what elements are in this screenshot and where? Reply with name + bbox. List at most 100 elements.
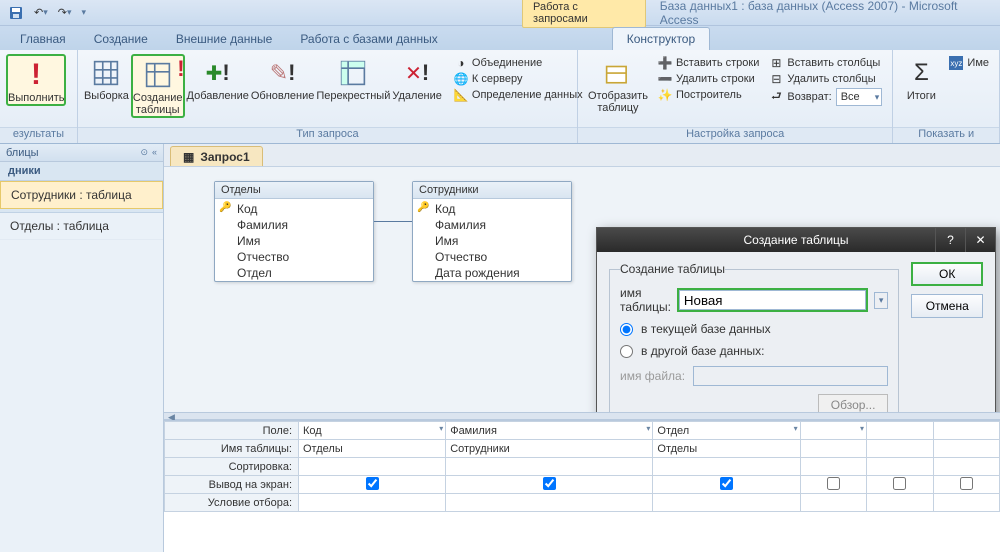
chevron-down-icon[interactable]: ▾ xyxy=(439,424,443,433)
grid-cell[interactable] xyxy=(299,476,446,494)
grid-cell[interactable] xyxy=(933,458,999,476)
passthrough-button[interactable]: 🌐К серверу xyxy=(454,72,583,86)
tab-home[interactable]: Главная xyxy=(6,28,80,50)
splitter-bar[interactable] xyxy=(164,412,1000,420)
grid-cell[interactable] xyxy=(653,458,800,476)
field-item[interactable]: Код xyxy=(413,201,571,217)
append-button[interactable]: ✚! Добавление xyxy=(187,54,249,102)
builder-button[interactable]: ✨Построитель xyxy=(658,88,759,102)
qat-more-icon[interactable]: ▾ xyxy=(78,5,91,20)
tab-create[interactable]: Создание xyxy=(80,28,162,50)
insert-cols-button[interactable]: ⊞Вставить столбцы xyxy=(769,56,882,70)
grid-cell[interactable] xyxy=(933,494,999,512)
field-item[interactable]: Имя xyxy=(215,233,373,249)
collapse-icon[interactable]: « xyxy=(152,147,157,158)
grid-cell[interactable] xyxy=(446,494,653,512)
grid-cell[interactable] xyxy=(653,476,800,494)
field-item[interactable]: Фамилия xyxy=(413,217,571,233)
redo-icon[interactable]: ↷▾ xyxy=(54,4,76,21)
grid-cell[interactable]: Отделы xyxy=(653,440,800,458)
show-checkbox[interactable] xyxy=(720,477,733,490)
grid-cell[interactable]: Отдел▾ xyxy=(653,422,800,440)
chevron-down-icon[interactable]: ▾ xyxy=(874,292,889,309)
grid-cell[interactable]: Код▾ xyxy=(299,422,446,440)
chevron-down-icon[interactable]: ▾ xyxy=(794,424,798,433)
table-name-input[interactable] xyxy=(679,290,866,310)
grid-cell[interactable] xyxy=(653,494,800,512)
relationship-line[interactable] xyxy=(374,221,412,222)
tab-external-data[interactable]: Внешние данные xyxy=(162,28,287,50)
field-item[interactable]: Дата рождения xyxy=(413,265,571,281)
field-item[interactable]: Отчество xyxy=(413,249,571,265)
show-checkbox[interactable] xyxy=(366,477,379,490)
field-item[interactable]: Отдел xyxy=(215,265,373,281)
grid-cell[interactable] xyxy=(867,494,933,512)
grid-cell[interactable] xyxy=(867,440,933,458)
grid-cell[interactable]: ▾ xyxy=(800,422,866,440)
table-box-sotrudniki[interactable]: Сотрудники Код Фамилия Имя Отчество Дата… xyxy=(412,181,572,282)
chevron-down-icon[interactable]: ⊙ xyxy=(140,147,148,158)
undo-icon[interactable]: ↶▾ xyxy=(30,4,52,21)
show-checkbox[interactable] xyxy=(543,477,556,490)
dialog-titlebar[interactable]: Создание таблицы ? ✕ xyxy=(597,228,995,252)
return-combo[interactable]: ⮐Возврат: Все▾ xyxy=(769,88,882,106)
qbe-grid[interactable]: Поле: Код▾ Фамилия▾ Отдел▾ ▾ Имя таблицы… xyxy=(164,420,1000,552)
insert-rows-button[interactable]: ➕Вставить строки xyxy=(658,56,759,70)
grid-cell[interactable] xyxy=(800,476,866,494)
table-box-otdely[interactable]: Отделы Код Фамилия Имя Отчество Отдел xyxy=(214,181,374,282)
grid-cell[interactable] xyxy=(867,458,933,476)
tab-design[interactable]: Конструктор xyxy=(612,27,710,50)
delete-rows-button[interactable]: ➖Удалить строки xyxy=(658,72,759,86)
nav-header[interactable]: блицы ⊙« xyxy=(0,144,163,162)
show-checkbox[interactable] xyxy=(893,477,906,490)
chevron-down-icon[interactable]: ▾ xyxy=(646,424,650,433)
field-item[interactable]: Код xyxy=(215,201,373,217)
nav-item-sotrudniki[interactable]: Сотрудники : таблица xyxy=(0,181,163,209)
cancel-button[interactable]: Отмена xyxy=(911,294,983,318)
run-button[interactable]: ! Выполнить xyxy=(6,54,66,106)
grid-cell[interactable] xyxy=(446,458,653,476)
nav-item-otdely[interactable]: Отделы : таблица xyxy=(0,213,163,240)
delete-cols-button[interactable]: ⊟Удалить столбцы xyxy=(769,72,882,86)
grid-cell[interactable] xyxy=(867,476,933,494)
grid-cell[interactable] xyxy=(933,440,999,458)
field-item[interactable]: Фамилия xyxy=(215,217,373,233)
delete-query-button[interactable]: ✕! Удаление xyxy=(392,54,442,102)
grid-cell[interactable] xyxy=(299,494,446,512)
ok-button[interactable]: ОК xyxy=(911,262,983,286)
select-query-button[interactable]: Выборка xyxy=(84,54,129,102)
data-definition-button[interactable]: 📐Определение данных xyxy=(454,88,583,102)
totals-button[interactable]: Σ Итоги xyxy=(899,54,943,102)
grid-cell[interactable] xyxy=(933,422,999,440)
other-db-radio[interactable] xyxy=(620,345,633,358)
union-button[interactable]: ◑Объединение xyxy=(454,56,583,70)
help-button[interactable]: ? xyxy=(935,228,965,252)
grid-cell[interactable] xyxy=(299,458,446,476)
grid-cell[interactable] xyxy=(800,440,866,458)
nav-category[interactable]: дники xyxy=(0,162,163,181)
grid-cell[interactable]: Отделы xyxy=(299,440,446,458)
close-button[interactable]: ✕ xyxy=(965,228,995,252)
parameters-button[interactable]: xyzИме xyxy=(949,56,989,70)
grid-cell[interactable] xyxy=(446,476,653,494)
grid-cell[interactable] xyxy=(867,422,933,440)
document-tab[interactable]: ▦ Запрос1 xyxy=(170,146,263,168)
make-table-button[interactable]: ! Создание таблицы xyxy=(131,54,185,118)
field-item[interactable]: Отчество xyxy=(215,249,373,265)
show-checkbox[interactable] xyxy=(827,477,840,490)
show-checkbox[interactable] xyxy=(960,477,973,490)
query-design-canvas[interactable]: Отделы Код Фамилия Имя Отчество Отдел Со… xyxy=(164,166,1000,412)
show-table-button[interactable]: Отобразить таблицу xyxy=(584,54,652,114)
chevron-down-icon[interactable]: ▾ xyxy=(860,424,864,433)
tab-database-tools[interactable]: Работа с базами данных xyxy=(286,28,451,50)
current-db-radio[interactable] xyxy=(620,323,633,336)
crosstab-button[interactable]: Перекрестный xyxy=(316,54,390,102)
grid-cell[interactable] xyxy=(800,494,866,512)
update-button[interactable]: ✎! Обновление xyxy=(251,54,315,102)
save-icon[interactable] xyxy=(4,3,28,23)
grid-cell[interactable] xyxy=(800,458,866,476)
field-item[interactable]: Имя xyxy=(413,233,571,249)
grid-cell[interactable]: Фамилия▾ xyxy=(446,422,653,440)
grid-cell[interactable]: Сотрудники xyxy=(446,440,653,458)
grid-cell[interactable] xyxy=(933,476,999,494)
